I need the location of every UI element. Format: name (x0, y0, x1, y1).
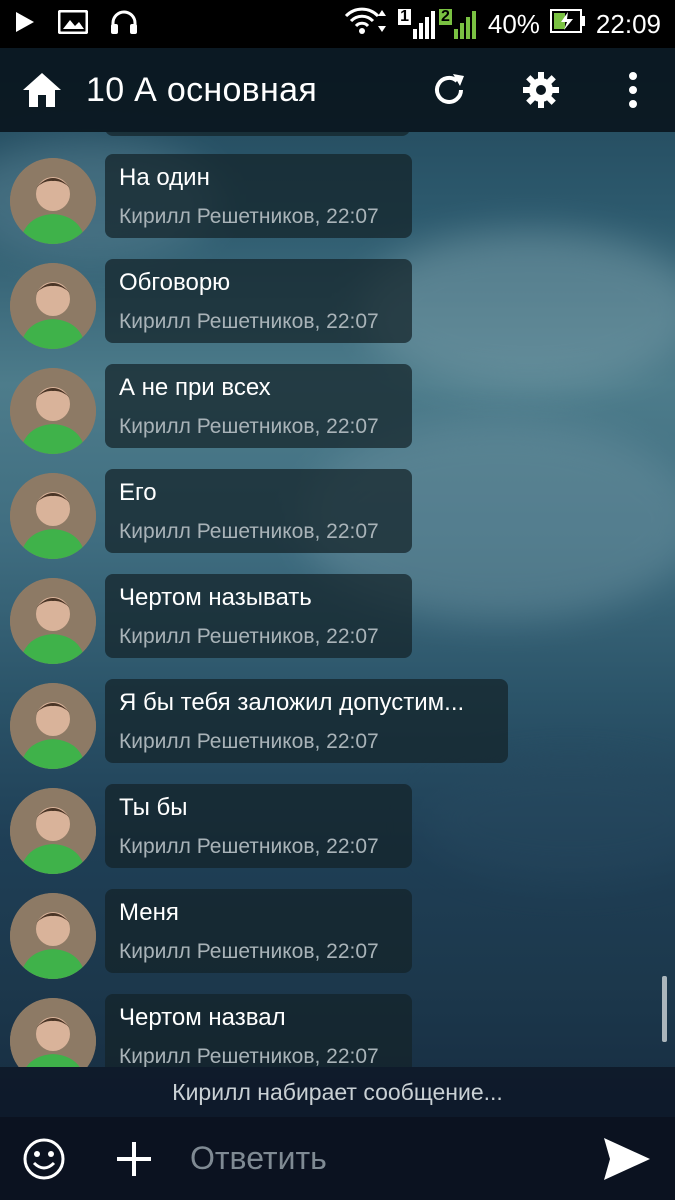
message-text: Меня (119, 899, 179, 926)
message-item: А не при всех Кирилл Решетников, 22:07 (0, 364, 675, 469)
refresh-icon[interactable] (425, 66, 473, 114)
reply-input[interactable] (188, 1139, 572, 1178)
message-author-time: Кирилл Решетников, 22:07 (119, 520, 379, 543)
wifi-icon (344, 6, 388, 43)
more-vert-icon[interactable] (609, 66, 657, 114)
message-text: А не при всех (119, 374, 271, 401)
message-bubble[interactable]: На один Кирилл Решетников, 22:07 (105, 154, 412, 238)
battery-icon (549, 8, 586, 41)
message-author-time: Кирилл Решетников, 22:07 (119, 310, 379, 333)
add-icon[interactable] (110, 1135, 158, 1183)
avatar[interactable] (10, 788, 96, 874)
message-bubble[interactable]: Его Кирилл Решетников, 22:07 (105, 469, 412, 553)
message-text: Ты бы (119, 794, 188, 821)
home-icon[interactable] (18, 66, 66, 114)
message-text: Обговорю (119, 269, 231, 296)
message-item: Меня Кирилл Решетников, 22:07 (0, 889, 675, 994)
message-bubble[interactable]: Меня Кирилл Решетников, 22:07 (105, 889, 412, 973)
status-time: 22:09 (595, 8, 661, 39)
message-bubble[interactable]: Я бы тебя заложил допустим... Кирилл Реш… (105, 679, 508, 763)
message-item: На один Кирилл Решетников, 22:07 (0, 154, 675, 259)
typing-indicator: Кирилл набирает сообщение... (0, 1067, 675, 1117)
message-text: На один (119, 164, 210, 191)
send-icon[interactable] (599, 1135, 655, 1183)
message-author-time: Кирилл Решетников, 22:07 (119, 835, 379, 858)
play-icon (14, 10, 36, 39)
message-author-time: Кирилл Решетников, 22:07 (119, 1045, 379, 1067)
app-header: 10 А основная (0, 48, 675, 132)
headphones-icon (110, 9, 138, 40)
composer-bar (0, 1117, 675, 1200)
message-bubble[interactable]: А не при всех Кирилл Решетников, 22:07 (105, 364, 412, 448)
message-text: Чертом назвал (119, 1004, 286, 1031)
message-text: Чертом называть (119, 584, 312, 611)
message-bubble[interactable]: Чертом называть Кирилл Решетников, 22:07 (105, 574, 412, 658)
message-bubble[interactable]: Чертом назвал Кирилл Решетников, 22:07 (105, 994, 412, 1067)
avatar[interactable] (10, 158, 96, 244)
partial-message-bubble (105, 132, 410, 136)
message-list[interactable]: На один Кирилл Решетников, 22:07 Обговор… (0, 132, 675, 1067)
message-item: Я бы тебя заложил допустим... Кирилл Реш… (0, 679, 675, 784)
message-bubble[interactable]: Обговорю Кирилл Решетников, 22:07 (105, 259, 412, 343)
battery-percent: 40% (487, 8, 540, 39)
message-text: Его (119, 479, 157, 506)
message-item: Чертом называть Кирилл Решетников, 22:07 (0, 574, 675, 679)
message-author-time: Кирилл Решетников, 22:07 (119, 415, 379, 438)
image-icon (57, 9, 89, 39)
message-author-time: Кирилл Решетников, 22:07 (119, 730, 379, 753)
sim1-label: 1 (398, 8, 411, 25)
avatar[interactable] (10, 893, 96, 979)
gear-icon[interactable] (517, 66, 565, 114)
emoji-icon[interactable] (20, 1135, 68, 1183)
message-bubble[interactable]: Ты бы Кирилл Решетников, 22:07 (105, 784, 412, 868)
message-item: Его Кирилл Решетников, 22:07 (0, 469, 675, 574)
avatar[interactable] (10, 263, 96, 349)
message-item: Чертом назвал Кирилл Решетников, 22:07 (0, 994, 675, 1067)
scrollbar[interactable] (662, 976, 667, 1042)
avatar[interactable] (10, 998, 96, 1067)
message-author-time: Кирилл Решетников, 22:07 (119, 940, 379, 963)
signal-icon: 1 2 (398, 9, 478, 39)
avatar[interactable] (10, 473, 96, 559)
sim2-label: 2 (438, 8, 452, 25)
message-author-time: Кирилл Решетников, 22:07 (119, 625, 379, 648)
avatar[interactable] (10, 368, 96, 454)
chat-title: 10 А основная (86, 70, 318, 109)
message-item: Обговорю Кирилл Решетников, 22:07 (0, 259, 675, 364)
avatar[interactable] (10, 578, 96, 664)
message-author-time: Кирилл Решетников, 22:07 (119, 205, 379, 228)
status-bar: 1 2 40% 22:09 (0, 0, 675, 48)
message-text: Я бы тебя заложил допустим... (119, 689, 465, 716)
avatar[interactable] (10, 683, 96, 769)
message-item: Ты бы Кирилл Решетников, 22:07 (0, 784, 675, 889)
